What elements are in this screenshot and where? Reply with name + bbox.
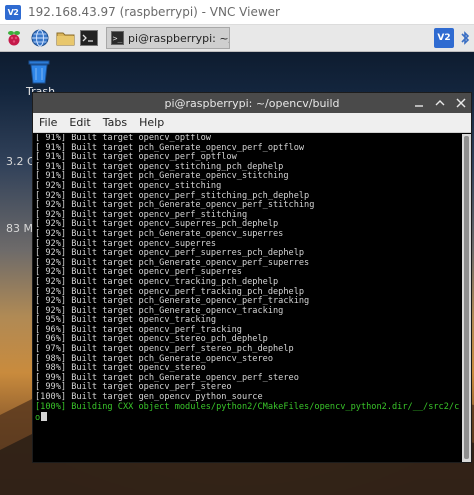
minimize-button[interactable] <box>413 96 425 109</box>
web-browser-icon[interactable] <box>30 28 50 48</box>
vnc-window-title: 192.168.43.97 (raspberrypi) - VNC Viewer <box>28 5 280 19</box>
raspberry-menu-icon[interactable] <box>4 28 24 48</box>
desktop-drive-label-2: 83 M <box>6 222 33 235</box>
terminal-menu-bar: File Edit Tabs Help <box>33 113 471 133</box>
remote-desktop: >_ pi@raspberrypi: ~/op... V2 Trash 3.2 … <box>0 25 474 495</box>
bluetooth-icon[interactable] <box>459 30 471 46</box>
terminal-task-label: pi@raspberrypi: ~/op... <box>128 31 229 45</box>
scrollbar-thumb[interactable] <box>464 136 469 459</box>
terminal-prompt-text: o <box>35 413 41 424</box>
menu-edit[interactable]: Edit <box>63 116 96 129</box>
menu-help[interactable]: Help <box>133 116 170 129</box>
trash-icon[interactable] <box>26 58 52 84</box>
vnc-server-icon[interactable]: V2 <box>434 28 454 48</box>
terminal-output[interactable]: [ 91%] Built target opencv_optflow[ 91%]… <box>35 134 459 459</box>
terminal-cursor <box>41 412 48 422</box>
terminal-icon[interactable] <box>79 28 99 48</box>
file-manager-icon[interactable] <box>55 28 75 48</box>
vnc-title-bar: V2 192.168.43.97 (raspberrypi) - VNC Vie… <box>0 0 474 25</box>
terminal-task-icon: >_ <box>111 31 124 45</box>
terminal-window: pi@raspberrypi: ~/opencv/build File Edit… <box>32 92 472 463</box>
menu-file[interactable]: File <box>33 116 63 129</box>
terminal-title-bar[interactable]: pi@raspberrypi: ~/opencv/build <box>33 93 471 113</box>
close-button[interactable] <box>455 96 467 109</box>
terminal-scrollbar[interactable] <box>462 134 471 462</box>
terminal-prompt-line: o <box>35 412 459 424</box>
menu-tabs[interactable]: Tabs <box>97 116 133 129</box>
maximize-button[interactable] <box>434 96 446 109</box>
terminal-title: pi@raspberrypi: ~/opencv/build <box>164 96 340 110</box>
terminal-taskbar-button[interactable]: >_ pi@raspberrypi: ~/op... <box>106 27 230 49</box>
vnc-viewer-logo-icon: V2 <box>5 4 21 20</box>
terminal-line: [100%] Building CXX object modules/pytho… <box>35 401 459 412</box>
raspberry-pi-taskbar: >_ pi@raspberrypi: ~/op... V2 <box>0 25 474 52</box>
